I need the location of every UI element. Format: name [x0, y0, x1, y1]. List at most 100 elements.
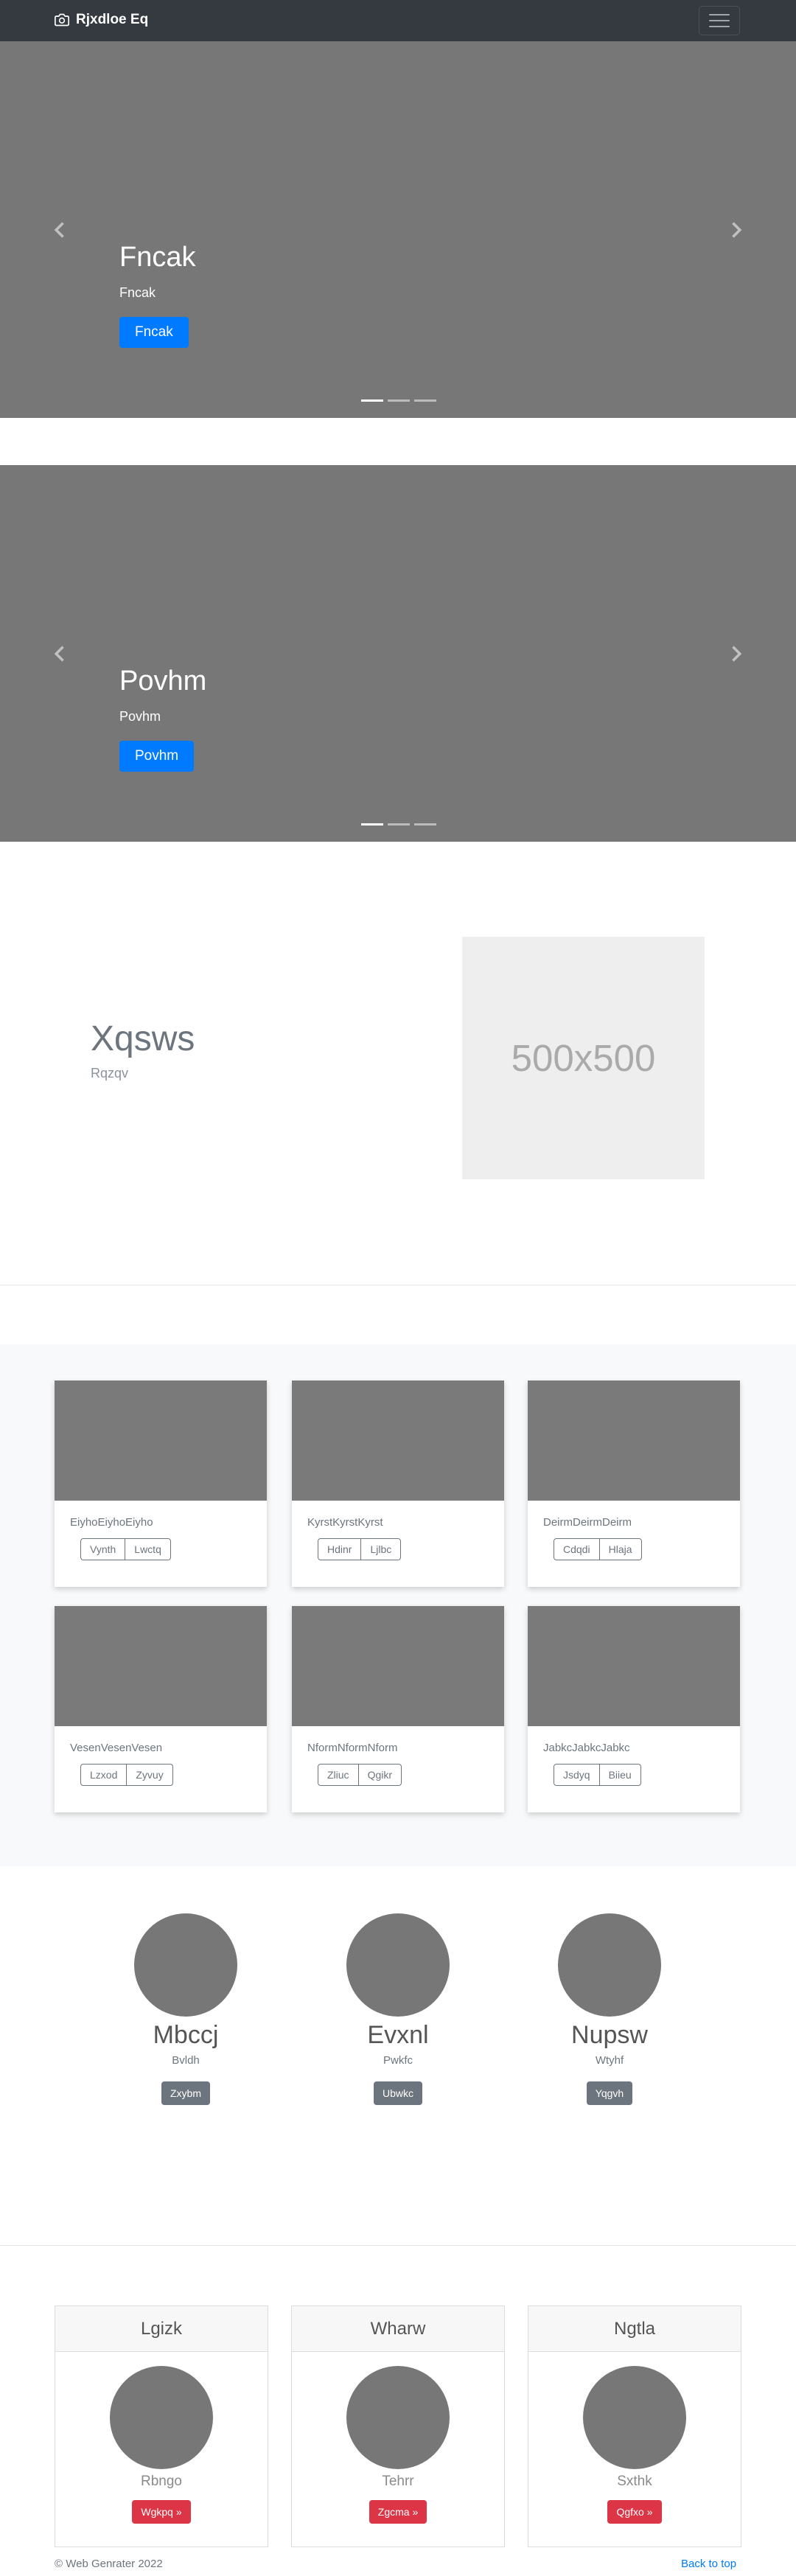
marketing-text: Bvldh — [172, 2054, 200, 2067]
card-thumbnail — [55, 1606, 267, 1726]
marketing-text: Pwkfc — [383, 2054, 413, 2067]
marketing-column: Nupsw Wtyhf Yqgvh — [517, 1913, 702, 2105]
divider — [0, 2245, 796, 2246]
card-button[interactable]: Zyvuy — [127, 1764, 173, 1786]
card-button[interactable]: Ljlbc — [361, 1538, 402, 1560]
carousel-indicator[interactable] — [414, 823, 436, 825]
carousel-indicators — [361, 399, 436, 402]
album-card: KyrstKyrstKyrst Hdinr Ljlbc — [292, 1381, 504, 1587]
album-card: DeirmDeirmDeirm Cdqdi Hlaja — [528, 1381, 740, 1587]
carousel-caption: Povhm Povhm Povhm — [119, 666, 206, 772]
card-text: DeirmDeirmDeirm — [543, 1516, 632, 1529]
card-button[interactable]: Hlaja — [599, 1538, 642, 1560]
album-card: JabkcJabkcJabkc Jsdyq Biieu — [528, 1606, 740, 1812]
card-thumbnail — [528, 1381, 740, 1501]
footer-copyright: © Web Genrater 2022 — [55, 2558, 163, 2570]
card-name: Sxthk — [617, 2474, 652, 2489]
carousel-indicator[interactable] — [388, 823, 410, 825]
avatar-placeholder — [583, 2366, 686, 2469]
card-button[interactable]: Zliuc — [318, 1764, 359, 1786]
marketing-button[interactable]: Zxybm — [161, 2081, 210, 2105]
carousel-caption: Fncak Fncak Fncak — [119, 242, 195, 348]
card-button-group: Lzxod Zyvuy — [80, 1764, 173, 1786]
marketing-heading: Evxnl — [367, 2021, 429, 2049]
avatar-placeholder — [558, 1913, 661, 2017]
menu-toggle-button[interactable] — [699, 6, 740, 35]
featurette-subheading: Rqzqv — [91, 1066, 129, 1081]
card-text: EiyhoEiyhoEiyho — [70, 1516, 153, 1529]
card-text: KyrstKyrstKyrst — [307, 1516, 383, 1529]
card-button-group: Zliuc Qgikr — [318, 1764, 402, 1786]
album-card: EiyhoEiyhoEiyho Vynth Lwctq — [55, 1381, 267, 1587]
marketing-heading: Nupsw — [571, 2021, 648, 2049]
avatar-placeholder — [346, 1913, 450, 2017]
profile-card: Lgizk Rbngo Wgkpq » — [55, 2306, 268, 2547]
card-action-button[interactable]: Qgfxo » — [607, 2500, 662, 2524]
carousel-heading: Fncak — [119, 242, 196, 273]
card-button[interactable]: Lwctq — [125, 1538, 171, 1560]
brand-name: Rjxdloe Eq — [76, 12, 149, 27]
card-button[interactable]: Vynth — [80, 1538, 126, 1560]
carousel-2: Povhm Povhm Povhm — [0, 465, 796, 842]
profile-card: Wharw Tehrr Zgcma » — [291, 2306, 505, 2547]
card-action-button[interactable]: Wgkpq » — [132, 2500, 191, 2524]
featurette-heading: Xqsws — [91, 1019, 195, 1058]
hamburger-icon-bar — [709, 20, 730, 21]
carousel-indicator[interactable] — [414, 399, 436, 402]
card-thumbnail — [55, 1381, 267, 1501]
carousel-text: Povhm — [119, 709, 161, 724]
marketing-column: Evxnl Pwkfc Ubwkc — [306, 1913, 490, 2105]
card-button-group: Vynth Lwctq — [80, 1538, 171, 1560]
marketing-heading: Mbccj — [153, 2021, 219, 2049]
card-header: Wharw — [292, 2306, 504, 2352]
album-card: VesenVesenVesen Lzxod Zyvuy — [55, 1606, 267, 1812]
card-thumbnail — [528, 1606, 740, 1726]
card-name: Tehrr — [382, 2474, 414, 2489]
card-text: JabkcJabkcJabkc — [543, 1742, 630, 1754]
marketing-button[interactable]: Ubwkc — [373, 2081, 422, 2105]
card-button[interactable]: Hdinr — [318, 1538, 362, 1560]
card-thumbnail — [292, 1381, 504, 1501]
card-button[interactable]: Biieu — [599, 1764, 641, 1786]
carousel-indicator[interactable] — [361, 399, 383, 402]
card-button-group: Cdqdi Hlaja — [554, 1538, 642, 1560]
card-action-button[interactable]: Zgcma » — [369, 2500, 427, 2524]
card-button-group: Hdinr Ljlbc — [318, 1538, 402, 1560]
profile-card: Ngtla Sxthk Qgfxo » — [528, 2306, 741, 2547]
carousel-indicators — [361, 823, 436, 825]
carousel-button[interactable]: Povhm — [119, 741, 195, 772]
card-header: Lgizk — [55, 2306, 268, 2352]
card-text: VesenVesenVesen — [70, 1742, 163, 1754]
carousel-text: Fncak — [119, 285, 156, 300]
card-button[interactable]: Jsdyq — [554, 1764, 600, 1786]
marketing-column: Mbccj Bvldh Zxybm — [94, 1913, 278, 2105]
avatar-placeholder — [134, 1913, 237, 2017]
carousel-heading: Povhm — [119, 666, 207, 697]
chevron-left-icon[interactable] — [50, 643, 71, 664]
album-card: NformNformNform Zliuc Qgikr — [292, 1606, 504, 1812]
featurette-image-placeholder: 500x500 — [462, 937, 705, 1179]
avatar-placeholder — [110, 2366, 213, 2469]
brand-link[interactable]: Rjxdloe Eq — [55, 12, 148, 28]
card-button[interactable]: Qgikr — [358, 1764, 402, 1786]
camera-icon — [55, 13, 69, 27]
card-thumbnail — [292, 1606, 504, 1726]
carousel-1: Fncak Fncak Fncak — [0, 41, 796, 418]
card-name: Rbngo — [141, 2474, 182, 2489]
carousel-indicator[interactable] — [361, 823, 383, 825]
marketing-text: Wtyhf — [595, 2054, 624, 2067]
chevron-right-icon[interactable] — [725, 643, 746, 664]
carousel-button[interactable]: Fncak — [119, 317, 189, 348]
hamburger-icon-bar — [709, 26, 730, 27]
marketing-button[interactable]: Yqgvh — [586, 2081, 633, 2105]
carousel-indicator[interactable] — [388, 399, 410, 402]
chevron-left-icon[interactable] — [50, 220, 71, 240]
image-placeholder-label: 500x500 — [511, 1037, 656, 1079]
card-button-group: Jsdyq Biieu — [554, 1764, 641, 1786]
chevron-right-icon[interactable] — [725, 220, 746, 240]
card-button[interactable]: Cdqdi — [554, 1538, 600, 1560]
back-to-top-link[interactable]: Back to top — [681, 2558, 736, 2570]
avatar-placeholder — [346, 2366, 450, 2469]
card-button[interactable]: Lzxod — [80, 1764, 128, 1786]
card-text: NformNformNform — [307, 1742, 398, 1754]
